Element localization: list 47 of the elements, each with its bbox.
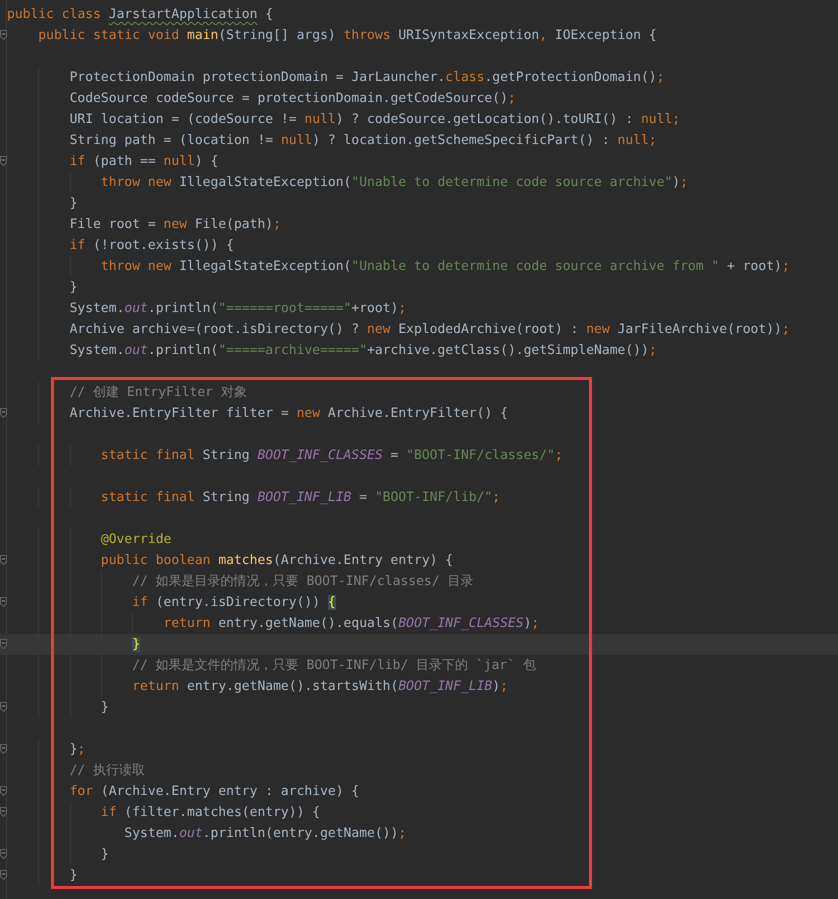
- code-line: CodeSource codeSource = protectionDomain.getCodeSource();: [70, 90, 516, 108]
- code-line: if (entry.isDirectory()) {: [132, 594, 336, 612]
- code-line: };: [70, 741, 86, 759]
- code-line: }: [100, 846, 109, 864]
- fold-marker-icon[interactable]: [0, 30, 7, 40]
- fold-marker-icon[interactable]: [0, 639, 7, 649]
- code-line: return entry.getName().startsWith(BOOT_INF_LIB);: [132, 678, 508, 696]
- code-line: String path = (location != null) ? location.getSchemeSpecificPart() : null;: [70, 132, 657, 150]
- fold-marker-icon[interactable]: [0, 786, 7, 796]
- code-line: System.out.println("=====archive====="+archive.getClass().getSimpleName());: [70, 342, 657, 360]
- code-line: @Override: [100, 531, 172, 549]
- fold-marker-icon[interactable]: [0, 870, 7, 880]
- code-line: Archive.EntryFilter filter = new Archive.EntryFilter() {: [70, 405, 508, 423]
- code-line: static final String BOOT_INF_LIB = "BOOT-INF/lib/";: [100, 489, 500, 507]
- code-line: if (!root.exists()) {: [70, 237, 234, 255]
- code-line: }: [70, 195, 78, 213]
- code-line: // 执行读取: [70, 762, 146, 780]
- fold-marker-icon[interactable]: [0, 408, 7, 418]
- code-line: Archive archive=(root.isDirectory() ? new ExplodedArchive(root) : new JarFileArchive(root));: [70, 321, 790, 339]
- code-line: public boolean matches(Archive.Entry entry) {: [100, 552, 454, 570]
- code-line: public static void main(String[] args) throws URISyntaxException, IOException {: [38, 27, 657, 45]
- code-line: ProtectionDomain protectionDomain = JarLauncher.class.getProtectionDomain();: [70, 69, 664, 87]
- code-line: URI location = (codeSource != null) ? codeSource.getLocation().toURI() : null;: [70, 111, 680, 129]
- code-line: // 如果是目录的情况，只要 BOOT-INF/classes/ 目录: [132, 573, 474, 591]
- code-line: throw new IllegalStateException("Unable to determine code source archive");: [100, 174, 688, 192]
- code-line: System.out.println(entry.getName());: [124, 825, 406, 843]
- fold-marker-icon[interactable]: [0, 702, 7, 712]
- code-line: if (filter.matches(entry)) {: [100, 804, 320, 822]
- code-line: if (path == null) {: [70, 153, 218, 171]
- code-line: System.out.println("======root====="+root);: [70, 300, 406, 318]
- fold-marker-icon[interactable]: [0, 597, 7, 607]
- fold-marker-icon[interactable]: [0, 156, 7, 166]
- code-line: }: [100, 699, 109, 717]
- code-line: return entry.getName().equals(BOOT_INF_CLASSES);: [164, 615, 540, 633]
- code-line: // 创建 EntryFilter 对象: [70, 384, 247, 402]
- code-line: }: [70, 279, 78, 297]
- code-line: throw new IllegalStateException("Unable to determine code source archive from " + root);: [100, 258, 790, 276]
- fold-marker-icon[interactable]: [0, 849, 7, 859]
- code-line: File root = new File(path);: [70, 216, 281, 234]
- code-line: }: [70, 867, 78, 885]
- fold-marker-icon[interactable]: [0, 807, 7, 817]
- fold-marker-icon[interactable]: [0, 744, 7, 754]
- fold-marker-icon[interactable]: [0, 555, 7, 565]
- code-line: // 如果是文件的情况，只要 BOOT-INF/lib/ 目录下的 `jar` 包: [132, 657, 536, 675]
- code-line: for (Archive.Entry entry : archive) {: [70, 783, 360, 801]
- code-line: static final String BOOT_INF_CLASSES = "BOOT-INF/classes/";: [100, 447, 563, 465]
- code-line: public class JarstartApplication {: [7, 6, 274, 24]
